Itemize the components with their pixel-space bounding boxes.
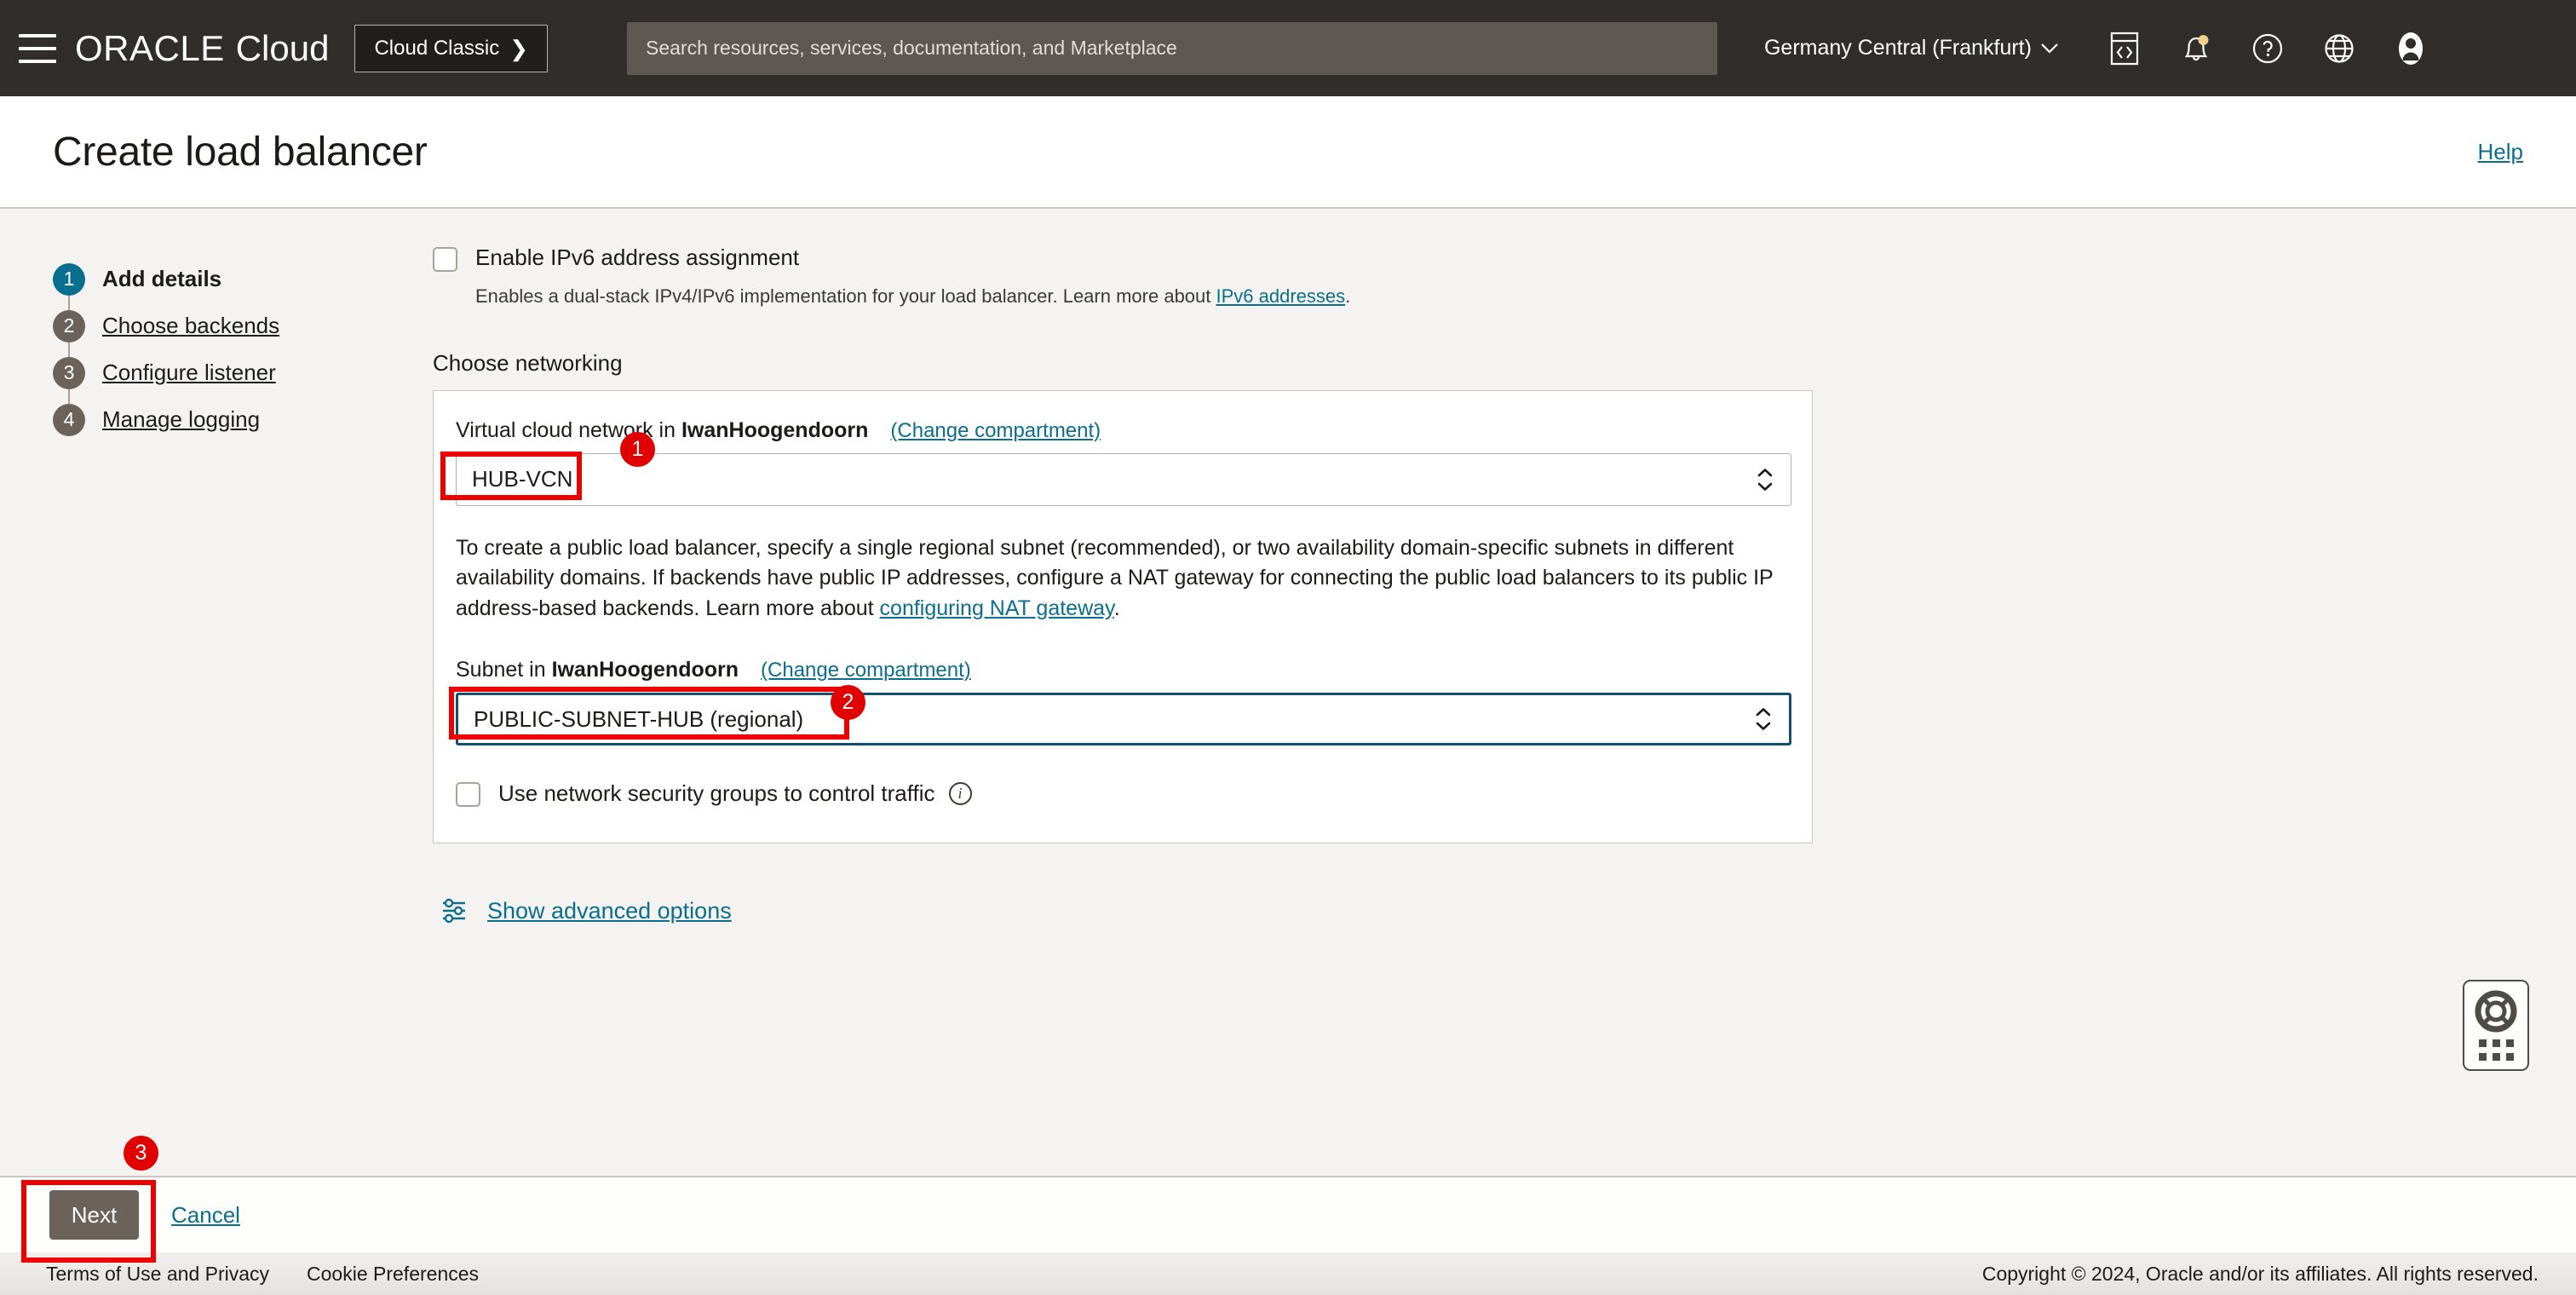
drag-handle-dots-icon[interactable] (2478, 1039, 2514, 1061)
top-navigation-bar: ORACLE Cloud Cloud Classic ❯ Germany Cen… (0, 0, 2576, 96)
enable-ipv6-label: Enable IPv6 address assignment (475, 245, 800, 270)
sidebar-item-choose-backends[interactable]: 2 Choose backends (53, 302, 342, 359)
wizard-action-bar: Next Cancel (0, 1176, 2576, 1252)
nav-icon-group (2106, 30, 2429, 67)
vcn-field-label: Virtual cloud network in IwanHoogendoorn… (456, 418, 1790, 443)
step-number-badge: 4 (53, 403, 85, 436)
use-nsg-checkbox[interactable] (456, 782, 480, 808)
chevron-down-icon (1756, 722, 1771, 730)
help-question-icon[interactable] (2249, 30, 2286, 67)
choose-networking-label: Choose networking (433, 349, 623, 376)
page-footer: Terms of Use and Privacy Cookie Preferen… (0, 1252, 2576, 1295)
region-label: Germany Central (Frankfurt) (1763, 36, 2032, 60)
support-widget[interactable] (2463, 980, 2529, 1071)
cookie-preferences-link[interactable]: Cookie Preferences (307, 1263, 479, 1286)
brand-oracle-text: ORACLE (75, 27, 225, 68)
page-header: Create load balancer Help (0, 96, 2576, 209)
sliders-settings-icon (443, 898, 465, 924)
cancel-button[interactable]: Cancel (171, 1202, 240, 1229)
notifications-bell-icon[interactable] (2177, 30, 2215, 67)
step-label: Add details (102, 266, 222, 291)
step-number-badge: 1 (53, 262, 85, 296)
subnet-field-label: Subnet in IwanHoogendoorn (Change compar… (456, 658, 1790, 682)
chevron-down-icon (1757, 482, 1773, 491)
form-column: Enable IPv6 address assignment Enables a… (433, 209, 1881, 925)
show-advanced-options-row[interactable]: Show advanced options (433, 896, 1881, 925)
vcn-select[interactable]: HUB-VCN (456, 452, 1791, 506)
search-input[interactable] (626, 21, 1717, 75)
user-avatar-icon[interactable] (2392, 30, 2429, 67)
cloud-classic-label: Cloud Classic (374, 36, 500, 60)
ipv6-help-note: Enables a dual-stack IPv4/IPv6 implement… (475, 284, 1881, 309)
subnet-selected-value: PUBLIC-SUBNET-HUB (regional) (474, 705, 804, 732)
help-link[interactable]: Help (2478, 139, 2523, 165)
oracle-cloud-logo: ORACLE Cloud (75, 28, 329, 69)
page-title: Create load balancer (53, 129, 428, 175)
step-label[interactable]: Manage logging (102, 406, 260, 433)
chevron-right-icon: ❯ (509, 35, 528, 61)
chevron-up-icon (1757, 468, 1773, 476)
next-button[interactable]: Next (49, 1190, 139, 1240)
vcn-label-text: Virtual cloud network in IwanHoogendoorn (456, 417, 869, 442)
cloud-classic-button[interactable]: Cloud Classic ❯ (354, 24, 548, 72)
footer-links: Terms of Use and Privacy Cookie Preferen… (46, 1263, 479, 1286)
ipv6-checkbox-row: Enable IPv6 address assignment (433, 245, 1881, 272)
ipv6-note-period: . (1345, 285, 1351, 307)
brand-cloud-text: Cloud (235, 27, 330, 68)
description-text-after: . (1113, 596, 1120, 620)
life-ring-support-icon (2475, 990, 2517, 1033)
vcn-change-compartment-link[interactable]: (Change compartment) (890, 419, 1101, 443)
step-label[interactable]: Choose backends (102, 313, 279, 339)
subnet-compartment-name: IwanHoogendoorn (551, 658, 739, 682)
sidebar-item-manage-logging[interactable]: 4 Manage logging (53, 396, 342, 443)
configuring-nat-gateway-link[interactable]: configuring NAT gateway (880, 596, 1114, 620)
step-number-badge: 2 (53, 309, 85, 342)
region-selector[interactable]: Germany Central (Frankfurt) (1764, 36, 2059, 60)
hamburger-menu-icon[interactable] (19, 33, 56, 63)
subnet-label-text: Subnet in IwanHoogendoorn (456, 658, 739, 682)
page-content: 1 Add details 2 Choose backends 3 Config… (0, 209, 2576, 1176)
ipv6-note-text: Enables a dual-stack IPv4/IPv6 implement… (475, 285, 1216, 307)
show-advanced-options-link[interactable]: Show advanced options (487, 898, 732, 924)
use-nsg-label: Use network security groups to control t… (498, 780, 935, 806)
step-label[interactable]: Configure listener (102, 360, 276, 386)
vcn-compartment-name: IwanHoogendoorn (681, 417, 869, 442)
stepper-chevrons-icon (1755, 708, 1772, 731)
wizard-step-rail: 1 Add details 2 Choose backends 3 Config… (53, 256, 342, 443)
chevron-down-icon (2041, 43, 2058, 54)
info-icon[interactable]: i (948, 781, 972, 805)
terms-of-use-link[interactable]: Terms of Use and Privacy (46, 1263, 269, 1286)
enable-ipv6-checkbox[interactable] (433, 247, 457, 272)
vcn-selected-value: HUB-VCN (472, 466, 573, 492)
chevron-up-icon (1756, 708, 1771, 717)
sidebar-item-configure-listener[interactable]: 3 Configure listener (53, 349, 342, 406)
stepper-chevrons-icon (1757, 468, 1774, 491)
sidebar-item-add-details[interactable]: 1 Add details (53, 256, 342, 312)
nsg-checkbox-row: Use network security groups to control t… (456, 780, 1790, 808)
networking-card: Virtual cloud network in IwanHoogendoorn… (433, 389, 1813, 844)
code-editor-icon[interactable] (2106, 30, 2143, 67)
copyright-text: Copyright © 2024, Oracle and/or its affi… (1981, 1262, 2539, 1285)
ipv6-addresses-link[interactable]: IPv6 addresses (1216, 285, 1346, 307)
networking-description: To create a public load balancer, specif… (456, 533, 1791, 624)
step-number-badge: 3 (53, 356, 85, 389)
subnet-change-compartment-link[interactable]: (Change compartment) (761, 659, 971, 682)
subnet-select[interactable]: PUBLIC-SUBNET-HUB (regional) (456, 693, 1791, 746)
globe-language-icon[interactable] (2320, 30, 2358, 67)
